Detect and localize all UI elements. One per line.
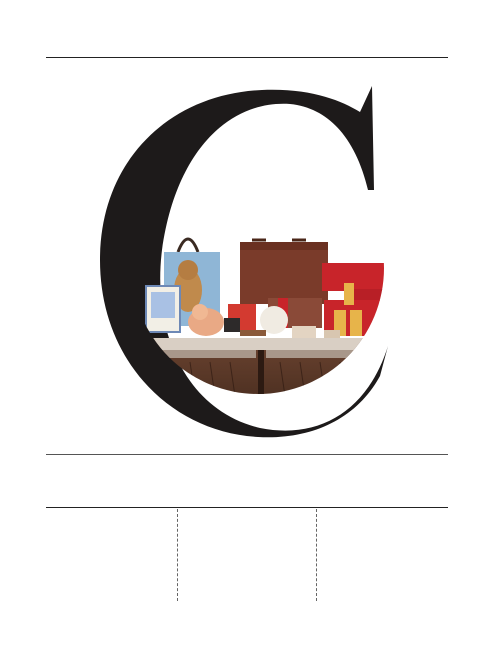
middle-rule xyxy=(46,454,448,455)
feature-illustration xyxy=(100,86,388,438)
column-top-rule xyxy=(46,507,448,508)
column-separator-1 xyxy=(177,509,178,601)
product-display-photo xyxy=(132,237,384,394)
column-separator-2 xyxy=(316,509,317,601)
